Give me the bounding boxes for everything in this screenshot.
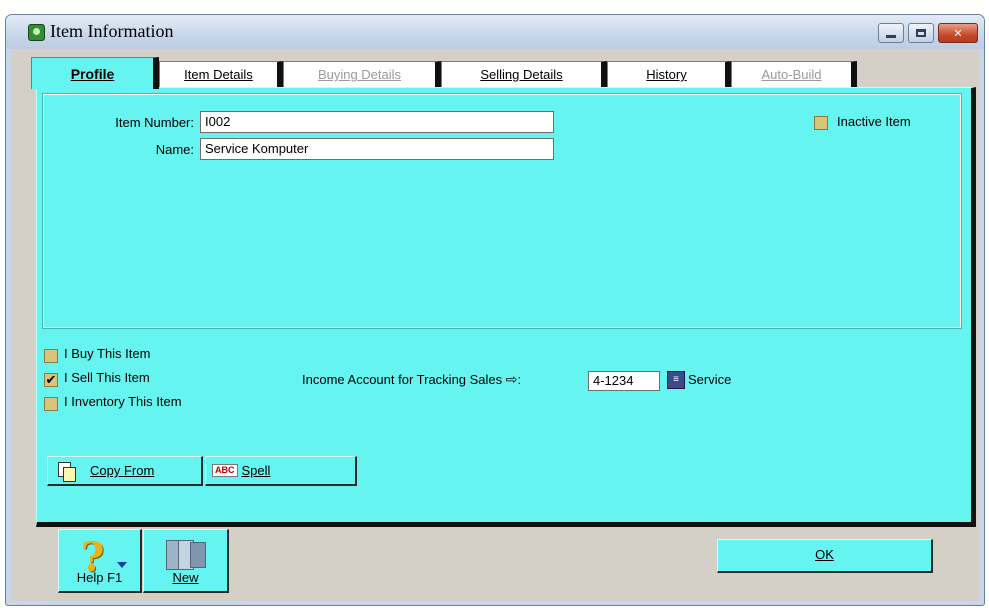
ok-label: OK (815, 547, 834, 562)
copy-from-icon (58, 461, 76, 482)
name-label: Name: (155, 142, 194, 157)
income-account-colon: : (517, 372, 522, 387)
spell-label: Spell (241, 463, 271, 478)
buy-item-label: I Buy This Item (64, 346, 151, 361)
help-label: Help F1 (76, 570, 123, 585)
maximize-icon (916, 29, 926, 37)
minimize-icon (886, 34, 896, 38)
spell-button[interactable]: ABC Spell (205, 456, 357, 486)
name-field[interactable]: Service Komputer (200, 138, 554, 160)
sell-item-checkbox[interactable]: ✔ (44, 373, 58, 387)
app-icon (28, 24, 45, 41)
item-information-window: Item Information ✕ Profile Item Details … (5, 14, 985, 606)
tab-buying-details[interactable]: Buying Details (283, 61, 441, 87)
new-label: New (172, 570, 199, 585)
tab-item-details[interactable]: Item Details (159, 61, 283, 87)
zoom-arrow-icon[interactable]: ⇨ (506, 371, 518, 387)
inventory-item-checkbox[interactable] (44, 397, 58, 411)
tab-strip: Profile Item Details Buying Details Sell… (31, 57, 931, 89)
tab-selling-details[interactable]: Selling Details (441, 61, 607, 87)
tab-profile-label: Profile (70, 65, 115, 82)
item-number-label: Item Number: (115, 115, 194, 130)
tab-history[interactable]: History (607, 61, 731, 87)
tab-auto-build[interactable]: Auto-Build (731, 61, 857, 87)
help-dropdown-icon (117, 562, 127, 568)
copy-from-button[interactable]: Copy From (47, 456, 203, 486)
profile-panel: Item Number: I002 Name: Service Komputer… (36, 87, 976, 527)
inactive-item-checkbox[interactable] (814, 116, 828, 130)
tab-profile[interactable]: Profile (31, 57, 159, 89)
item-number-field[interactable]: I002 (200, 111, 554, 133)
tab-buying-details-label: Buying Details (317, 67, 402, 82)
account-lookup-icon[interactable]: ≡ (667, 371, 685, 389)
minimize-button[interactable] (878, 23, 904, 43)
spell-check-icon: ABC (212, 464, 238, 477)
maximize-button[interactable] (908, 23, 934, 43)
income-account-label-text: Income Account for Tracking Sales (302, 372, 503, 387)
buy-item-checkbox[interactable] (44, 349, 58, 363)
window-client-area: Profile Item Details Buying Details Sell… (11, 49, 979, 601)
tab-item-details-label: Item Details (184, 67, 253, 82)
tab-history-label: History (646, 67, 687, 82)
profile-details-frame: Item Number: I002 Name: Service Komputer… (42, 93, 962, 329)
inactive-item-label: Inactive Item (837, 114, 911, 129)
close-button[interactable]: ✕ (938, 23, 978, 43)
new-button[interactable]: New (143, 529, 229, 593)
close-icon: ✕ (953, 27, 963, 40)
income-account-name: Service (688, 372, 732, 387)
tab-selling-details-label: Selling Details (480, 67, 563, 82)
tab-auto-build-label: Auto-Build (761, 67, 822, 82)
income-account-field[interactable]: 4-1234 (588, 371, 660, 391)
help-button[interactable]: ? Help F1 (58, 529, 142, 593)
sell-item-label: I Sell This Item (64, 370, 150, 385)
ok-button[interactable]: OK (717, 539, 933, 573)
income-account-label: Income Account for Tracking Sales ⇨: (302, 371, 521, 388)
title-bar[interactable]: Item Information ✕ (6, 15, 984, 49)
inventory-item-label: I Inventory This Item (64, 394, 182, 409)
window-title: Item Information (50, 21, 174, 41)
copy-from-label: Copy From (90, 463, 155, 478)
